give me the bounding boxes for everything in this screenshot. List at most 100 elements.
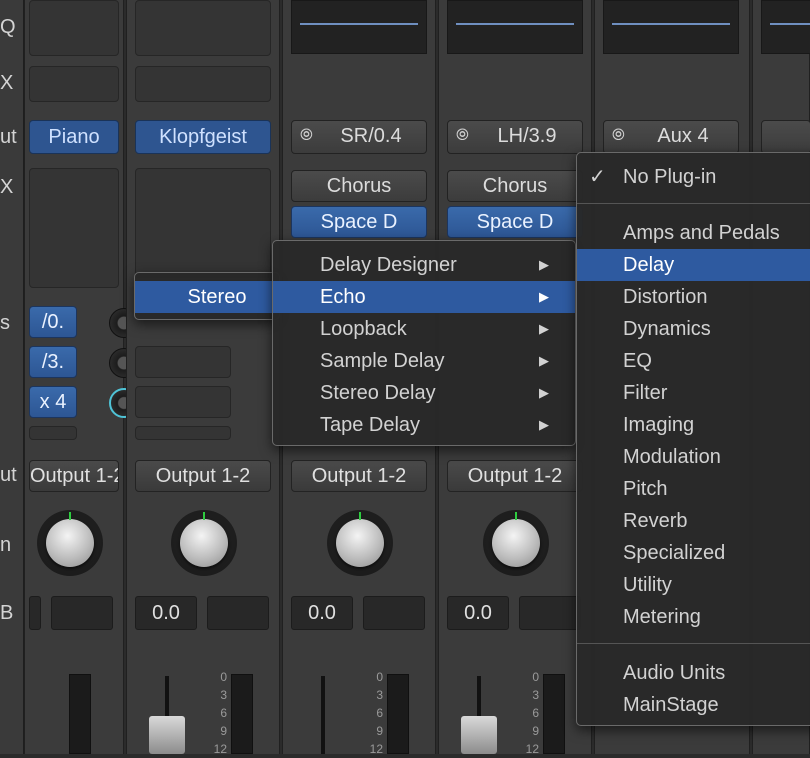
level-meter: [543, 674, 565, 754]
peak-readout: [51, 596, 113, 630]
audio-fx-slot-1[interactable]: Chorus: [447, 170, 583, 202]
row-label-pan: n: [0, 534, 12, 556]
chevron-right-icon: ▶: [539, 289, 549, 304]
menu-item-delay[interactable]: Delay: [577, 249, 810, 281]
menu-item-tape-delay[interactable]: Tape Delay ▶: [273, 409, 575, 441]
menu-item-utility[interactable]: Utility: [577, 569, 810, 601]
audio-fx-slot-1[interactable]: Chorus: [291, 170, 427, 202]
send-slot-empty[interactable]: [135, 426, 231, 440]
link-icon: ⦾: [612, 127, 625, 144]
volume-readout[interactable]: 0.0: [447, 596, 509, 630]
output-slot[interactable]: Output 1-2: [135, 460, 271, 492]
eq-display[interactable]: [447, 0, 583, 54]
send-slot[interactable]: [135, 346, 231, 378]
input-slot[interactable]: ⦾ SR/0.4: [291, 120, 427, 154]
send-slot-1[interactable]: /0.: [29, 306, 77, 338]
midi-fx-slot[interactable]: [29, 66, 119, 102]
row-label-sends: s: [0, 312, 10, 334]
eq-display[interactable]: [29, 0, 119, 56]
menu-item-modulation[interactable]: Modulation: [577, 441, 810, 473]
chevron-right-icon: ▶: [539, 321, 549, 336]
row-label-audio-fx: X: [0, 176, 14, 198]
chevron-right-icon: ▶: [539, 353, 549, 368]
peak-readout: [363, 596, 425, 630]
volume-fader[interactable]: [149, 716, 185, 754]
menu-item-amps-and-pedals[interactable]: Amps and Pedals: [577, 217, 810, 249]
audio-fx-slot-2[interactable]: Space D: [447, 206, 583, 238]
pan-knob[interactable]: [37, 510, 103, 576]
audio-fx-area[interactable]: [135, 168, 271, 278]
channel-label-strip: Q X ut X s ut n B: [0, 0, 24, 754]
audio-fx-area[interactable]: [29, 168, 119, 288]
level-meter: [387, 674, 409, 754]
pan-knob[interactable]: [483, 510, 549, 576]
eq-display[interactable]: [761, 0, 810, 54]
menu-item-loopback[interactable]: Loopback ▶: [273, 313, 575, 345]
audio-fx-slot-2[interactable]: Space D: [291, 206, 427, 238]
channel-strip-piano: Piano /0. /3. x 4 Output 1-2: [24, 0, 139, 754]
menu-item-delay-designer[interactable]: Delay Designer ▶: [273, 249, 575, 281]
chevron-right-icon: ▶: [539, 257, 549, 272]
plugin-menu: ✓ No Plug-in Amps and Pedals Delay Disto…: [576, 152, 810, 726]
link-icon: ⦾: [300, 127, 313, 144]
menu-item-stereo-delay[interactable]: Stereo Delay ▶: [273, 377, 575, 409]
meter-scale: 0 3 6 9 12: [369, 670, 383, 756]
row-label-midi-fx: X: [0, 72, 14, 94]
menu-item-filter[interactable]: Filter: [577, 377, 810, 409]
output-slot[interactable]: Output 1-2: [291, 460, 427, 492]
menu-item-metering[interactable]: Metering: [577, 601, 810, 633]
volume-fader[interactable]: [461, 716, 497, 754]
volume-readout[interactable]: [29, 596, 41, 630]
volume-readout[interactable]: 0.0: [135, 596, 197, 630]
peak-readout: [207, 596, 269, 630]
eq-display[interactable]: [135, 0, 271, 56]
menu-item-audio-units[interactable]: Audio Units: [577, 657, 810, 689]
output-slot[interactable]: Output 1-2: [447, 460, 583, 492]
channel-strip-klopfgeist: Klopfgeist Output 1-2 0.0 0 3 6 9 12: [126, 0, 280, 756]
format-submenu: Stereo: [134, 272, 280, 320]
output-slot[interactable]: Output 1-2: [29, 460, 119, 492]
midi-fx-slot[interactable]: [135, 66, 271, 102]
volume-fader-track[interactable]: [321, 676, 325, 754]
menu-item-imaging[interactable]: Imaging: [577, 409, 810, 441]
menu-item-dynamics[interactable]: Dynamics: [577, 313, 810, 345]
input-slot[interactable]: [761, 120, 810, 154]
pan-knob[interactable]: [327, 510, 393, 576]
volume-readout[interactable]: 0.0: [291, 596, 353, 630]
row-label-db: B: [0, 602, 14, 624]
checkmark-icon: ✓: [589, 166, 606, 188]
menu-item-pitch[interactable]: Pitch: [577, 473, 810, 505]
eq-display[interactable]: [603, 0, 739, 54]
menu-item-reverb[interactable]: Reverb: [577, 505, 810, 537]
menu-item-distortion[interactable]: Distortion: [577, 281, 810, 313]
row-label-input: ut: [0, 126, 17, 148]
input-slot[interactable]: ⦾ Aux 4: [603, 120, 739, 154]
instrument-slot[interactable]: Klopfgeist: [135, 120, 271, 154]
send-slot-3[interactable]: x 4: [29, 386, 77, 418]
eq-display[interactable]: [291, 0, 427, 54]
send-slot-empty[interactable]: [29, 426, 77, 440]
input-slot[interactable]: ⦾ LH/3.9: [447, 120, 583, 154]
delay-submenu: Delay Designer ▶ Echo ▶ Loopback ▶ Sample D…: [272, 240, 576, 446]
menu-separator: [577, 203, 810, 204]
level-meter: [69, 674, 91, 754]
menu-item-stereo[interactable]: Stereo: [135, 281, 279, 313]
row-label-output: ut: [0, 464, 17, 486]
menu-item-no-plugin[interactable]: ✓ No Plug-in: [577, 161, 810, 193]
pan-knob[interactable]: [171, 510, 237, 576]
menu-separator: [577, 643, 810, 644]
instrument-slot[interactable]: Piano: [29, 120, 119, 154]
link-icon: ⦾: [456, 127, 469, 144]
menu-item-sample-delay[interactable]: Sample Delay ▶: [273, 345, 575, 377]
meter-scale: 0 3 6 9 12: [525, 670, 539, 756]
chevron-right-icon: ▶: [539, 385, 549, 400]
send-slot-2[interactable]: /3.: [29, 346, 77, 378]
menu-item-echo[interactable]: Echo ▶: [273, 281, 575, 313]
send-slot[interactable]: [135, 386, 231, 418]
meter-scale: 0 3 6 9 12: [213, 670, 227, 756]
level-meter: [231, 674, 253, 754]
chevron-right-icon: ▶: [539, 417, 549, 432]
menu-item-specialized[interactable]: Specialized: [577, 537, 810, 569]
menu-item-mainstage[interactable]: MainStage: [577, 689, 810, 721]
menu-item-eq[interactable]: EQ: [577, 345, 810, 377]
